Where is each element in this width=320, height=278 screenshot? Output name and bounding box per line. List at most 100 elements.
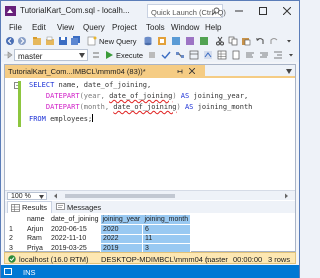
forward-icon[interactable] xyxy=(17,36,27,46)
cancel-query-icon[interactable] xyxy=(147,50,157,60)
menu-help[interactable]: Help xyxy=(205,23,221,32)
grid-icon xyxy=(11,203,20,212)
horizontal-scrollbar[interactable] xyxy=(51,193,291,199)
new-project-icon[interactable] xyxy=(32,36,42,46)
menu-view[interactable]: View xyxy=(57,23,74,32)
document-tab-title: TutorialKart_Com...IMBCL\mmm04 (83))* xyxy=(8,67,146,76)
code-line-3: DATEPART(month, date_of_joining) AS join… xyxy=(29,103,253,111)
open-file-icon[interactable] xyxy=(45,36,55,46)
query-document-tab[interactable]: TutorialKart_Com...IMBCL\mmm04 (83))* xyxy=(5,65,205,77)
new-query-button[interactable]: New Query xyxy=(99,37,137,46)
save-icon[interactable] xyxy=(58,36,68,46)
back-icon[interactable] xyxy=(5,36,15,46)
tab-messages[interactable]: Messages xyxy=(53,201,105,213)
cell-name[interactable]: Arjun xyxy=(25,225,49,235)
scroll-left-icon[interactable] xyxy=(53,193,59,199)
parse-check-icon[interactable] xyxy=(161,50,171,60)
editor-gutter: − xyxy=(5,80,25,190)
query-status-bar: localhost (16.0 RTM) DESKTOP-MDIMBCL\mmm… xyxy=(4,252,296,264)
menu-tools[interactable]: Tools xyxy=(146,23,165,32)
cell-joining-year[interactable]: 2020 xyxy=(100,224,143,235)
column-header-joining-year[interactable]: joining_year xyxy=(100,215,143,225)
header-row: name date_of_joining joining_year joinin… xyxy=(7,215,191,225)
menu-query[interactable]: Query xyxy=(83,23,105,32)
query-designer-icon[interactable] xyxy=(189,50,199,60)
cell-joining-month[interactable]: 11 xyxy=(142,233,191,244)
include-plan-icon[interactable] xyxy=(203,50,213,60)
ssms-app-icon xyxy=(5,6,16,16)
cell-date-of-joining[interactable]: 2022-11-10 xyxy=(49,234,101,244)
pin-icon[interactable] xyxy=(177,68,184,75)
zoom-level: 100 % xyxy=(11,193,31,200)
quick-launch-input[interactable]: Quick Launch (Ctrl+Q) xyxy=(147,4,226,18)
uncomment-icon[interactable] xyxy=(259,50,269,60)
close-button[interactable] xyxy=(275,1,299,21)
results-grid[interactable]: name date_of_joining joining_year joinin… xyxy=(5,213,295,254)
menu-edit[interactable]: Edit xyxy=(32,23,46,32)
row-number-header[interactable] xyxy=(7,215,25,225)
search-icon xyxy=(211,7,220,16)
analysis-query-icon[interactable] xyxy=(157,36,167,46)
toolbar2-overflow-icon[interactable] xyxy=(286,50,296,60)
database-query-icon[interactable] xyxy=(143,36,153,46)
row-number[interactable]: 1 xyxy=(7,225,25,235)
column-header-date-of-joining[interactable]: date_of_joining xyxy=(49,215,101,225)
xmla-query-icon[interactable] xyxy=(185,36,195,46)
messages-icon xyxy=(56,203,65,210)
table-row[interactable]: 2 Ram 2022-11-10 2022 11 xyxy=(7,233,191,244)
new-query-icon[interactable] xyxy=(87,36,97,46)
paste-icon[interactable] xyxy=(241,36,251,46)
menu-window[interactable]: Window xyxy=(171,23,199,32)
results-to-grid-icon[interactable] xyxy=(217,50,227,60)
mdx-query-icon[interactable] xyxy=(171,36,181,46)
query-editor-panel: TutorialKart_Com...IMBCL\mmm04 (83))* − … xyxy=(4,64,296,254)
menu-file[interactable]: File xyxy=(9,23,22,32)
maximize-button[interactable] xyxy=(251,1,275,21)
table-row[interactable]: 1 Arjun 2020-06-15 2020 6 xyxy=(7,224,191,235)
tab-list-dropdown-icon[interactable] xyxy=(286,69,292,74)
toolbar-overflow-icon[interactable] xyxy=(284,36,294,46)
undo-icon[interactable] xyxy=(255,36,265,46)
code-identifier: date_of_joining xyxy=(113,103,177,111)
sql-editor-toolbar: master Execute xyxy=(1,48,299,62)
function-datepart: DATEPART xyxy=(45,92,80,100)
cell-name[interactable]: Ram xyxy=(25,234,49,244)
cell-joining-month[interactable]: 6 xyxy=(142,224,191,235)
tab-results[interactable]: Results xyxy=(7,201,53,213)
close-tab-icon[interactable] xyxy=(189,68,195,74)
status-elapsed-time: 00:00:00 xyxy=(233,255,263,264)
display-estimated-plan-icon[interactable] xyxy=(175,50,185,60)
dax-query-icon[interactable] xyxy=(199,36,209,46)
column-header-joining-month[interactable]: joining_month xyxy=(142,215,191,225)
status-database: master xyxy=(205,255,228,264)
chevron-down-icon xyxy=(79,53,85,58)
scroll-right-icon[interactable] xyxy=(283,193,289,199)
tab-messages-label: Messages xyxy=(67,202,102,212)
minimize-button[interactable] xyxy=(227,1,251,21)
text-caret xyxy=(92,114,94,122)
decrease-indent-icon[interactable] xyxy=(273,50,283,60)
execute-button[interactable]: Execute xyxy=(116,51,143,60)
status-user: DESKTOP-MDIMBCL\mmm04 (... xyxy=(101,255,214,264)
ssms-window: TutorialKart_Com.sql - localh... Quick L… xyxy=(0,0,300,278)
cut-icon[interactable] xyxy=(215,36,225,46)
execute-icon[interactable] xyxy=(104,50,114,60)
redo-icon[interactable] xyxy=(269,36,279,46)
column-header-name[interactable]: name xyxy=(25,215,49,225)
cell-date-of-joining[interactable]: 2020-06-15 xyxy=(49,225,101,235)
row-number[interactable]: 2 xyxy=(7,234,25,244)
minimize-icon xyxy=(235,10,243,12)
zoom-dropdown[interactable]: 100 % xyxy=(7,192,47,200)
results-to-file-icon[interactable] xyxy=(231,50,241,60)
available-databases-dropdown[interactable]: master xyxy=(14,49,88,61)
change-connection-icon[interactable] xyxy=(91,50,101,60)
ready-icon xyxy=(4,267,12,275)
comment-out-icon[interactable] xyxy=(245,50,255,60)
menu-project[interactable]: Project xyxy=(112,23,137,32)
scrollbar-thumb[interactable] xyxy=(65,194,175,198)
sql-code-editor[interactable]: − SELECT name, date_of_joining, DATEPART… xyxy=(5,80,295,190)
copy-icon[interactable] xyxy=(228,36,238,46)
save-all-icon[interactable] xyxy=(71,36,81,46)
cell-joining-year[interactable]: 2022 xyxy=(100,233,143,244)
connect-icon[interactable] xyxy=(3,50,13,60)
